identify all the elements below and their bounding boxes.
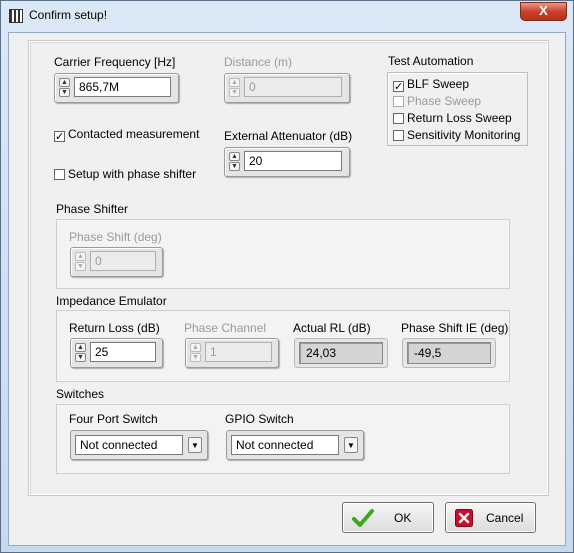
- increment-icon[interactable]: ▲: [229, 78, 240, 87]
- distance-label: Distance (m): [224, 55, 293, 69]
- return-loss-sweep-checkbox[interactable]: Return Loss Sweep: [393, 112, 512, 125]
- gpio-switch-label: GPIO Switch: [225, 412, 294, 426]
- ok-button[interactable]: OK: [342, 502, 434, 533]
- window-title: Confirm setup!: [29, 8, 108, 22]
- checkbox-checked-icon: ✓: [393, 81, 404, 93]
- four-port-switch-dropdown[interactable]: Not connected ▼: [70, 430, 208, 460]
- sensitivity-monitoring-checkbox[interactable]: Sensitivity Monitoring: [393, 129, 520, 142]
- close-icon: X: [539, 3, 548, 18]
- decrement-icon[interactable]: ▼: [190, 353, 201, 362]
- actual-rl-indicator: 24,03: [299, 342, 383, 364]
- phase-sweep-checkbox[interactable]: Phase Sweep: [393, 95, 481, 108]
- distance-control: ▲ ▼ 0: [224, 73, 350, 103]
- checkbox-unchecked-icon: [393, 96, 404, 107]
- four-port-switch-value: Not connected: [75, 435, 183, 455]
- cancel-x-icon: [455, 509, 473, 527]
- phase-shift-ie-frame: -49,5: [402, 338, 496, 368]
- setup-panel: Carrier Frequency [Hz] ▲ ▼ 865,7M Distan…: [29, 41, 548, 495]
- contacted-measurement-checkbox[interactable]: ✓ Contacted measurement: [54, 128, 199, 143]
- carrier-frequency-control: ▲ ▼ 865,7M: [54, 73, 179, 103]
- gpio-switch-dropdown[interactable]: Not connected ▼: [226, 430, 364, 460]
- carrier-frequency-input[interactable]: 865,7M: [74, 77, 171, 97]
- return-loss-input[interactable]: 25: [90, 342, 156, 362]
- app-icon: [9, 9, 23, 23]
- phase-shifter-title: Phase Shifter: [56, 202, 129, 216]
- dialog-window: Confirm setup! X Carrier Frequency [Hz] …: [0, 0, 574, 553]
- phase-shift-control: ▲ ▼ 0: [70, 247, 163, 277]
- title-bar[interactable]: Confirm setup! X: [1, 1, 573, 31]
- attenuator-control: ▲ ▼ 20: [224, 147, 350, 177]
- impedance-emulator-panel: Return Loss (dB) ▲ ▼ 25 Phase Channel ▲ …: [56, 310, 510, 382]
- carrier-frequency-label: Carrier Frequency [Hz]: [54, 55, 176, 69]
- phase-shift-ie-indicator: -49,5: [407, 342, 491, 364]
- cancel-button[interactable]: Cancel: [445, 502, 536, 533]
- test-automation-title: Test Automation: [388, 54, 474, 68]
- four-port-switch-label: Four Port Switch: [69, 412, 158, 426]
- increment-icon[interactable]: ▲: [75, 343, 86, 352]
- phase-shift-input[interactable]: 0: [90, 251, 156, 271]
- phase-channel-label: Phase Channel: [184, 321, 267, 335]
- impedance-emulator-title: Impedance Emulator: [56, 294, 167, 308]
- phase-shifter-setup-checkbox[interactable]: Setup with phase shifter: [54, 168, 196, 181]
- checkbox-unchecked-icon: [393, 113, 404, 124]
- phase-shifter-panel: Phase Shift (deg) ▲ ▼ 0: [56, 219, 510, 289]
- decrement-icon[interactable]: ▼: [75, 353, 86, 362]
- switches-panel: Four Port Switch Not connected ▼ GPIO Sw…: [56, 404, 510, 474]
- phase-shift-label: Phase Shift (deg): [69, 230, 162, 244]
- increment-icon[interactable]: ▲: [190, 343, 201, 352]
- increment-icon[interactable]: ▲: [229, 152, 240, 161]
- attenuator-input[interactable]: 20: [244, 151, 342, 171]
- checkbox-unchecked-icon: [393, 130, 404, 141]
- cancel-label: Cancel: [486, 511, 524, 525]
- increment-icon[interactable]: ▲: [59, 78, 70, 87]
- checkbox-unchecked-icon: [54, 169, 65, 180]
- phase-channel-control: ▲ ▼ 1: [185, 338, 279, 368]
- decrement-icon[interactable]: ▼: [229, 88, 240, 97]
- close-button[interactable]: X: [520, 2, 567, 21]
- dropdown-arrow-icon[interactable]: ▼: [344, 437, 358, 453]
- dropdown-arrow-icon[interactable]: ▼: [188, 437, 202, 453]
- gpio-switch-value: Not connected: [231, 435, 339, 455]
- actual-rl-frame: 24,03: [294, 338, 388, 368]
- distance-input[interactable]: 0: [244, 77, 342, 97]
- checkbox-checked-icon: ✓: [54, 131, 65, 143]
- check-icon: [352, 509, 374, 527]
- client-area: Carrier Frequency [Hz] ▲ ▼ 865,7M Distan…: [8, 32, 566, 546]
- decrement-icon[interactable]: ▼: [75, 262, 86, 271]
- phase-shift-ie-label: Phase Shift IE (deg): [401, 321, 509, 335]
- decrement-icon[interactable]: ▼: [229, 162, 240, 171]
- return-loss-label: Return Loss (dB): [69, 321, 160, 335]
- switches-title: Switches: [56, 387, 105, 401]
- phase-channel-input[interactable]: 1: [205, 342, 272, 362]
- return-loss-control: ▲ ▼ 25: [70, 338, 163, 368]
- increment-icon[interactable]: ▲: [75, 252, 86, 261]
- blf-sweep-checkbox[interactable]: ✓ BLF Sweep: [393, 78, 469, 93]
- actual-rl-label: Actual RL (dB): [293, 321, 371, 335]
- decrement-icon[interactable]: ▼: [59, 88, 70, 97]
- attenuator-label: External Attenuator (dB): [224, 129, 353, 143]
- ok-label: OK: [394, 511, 412, 525]
- test-automation-list: ✓ BLF Sweep Phase Sweep Return Loss Sweep…: [387, 72, 528, 146]
